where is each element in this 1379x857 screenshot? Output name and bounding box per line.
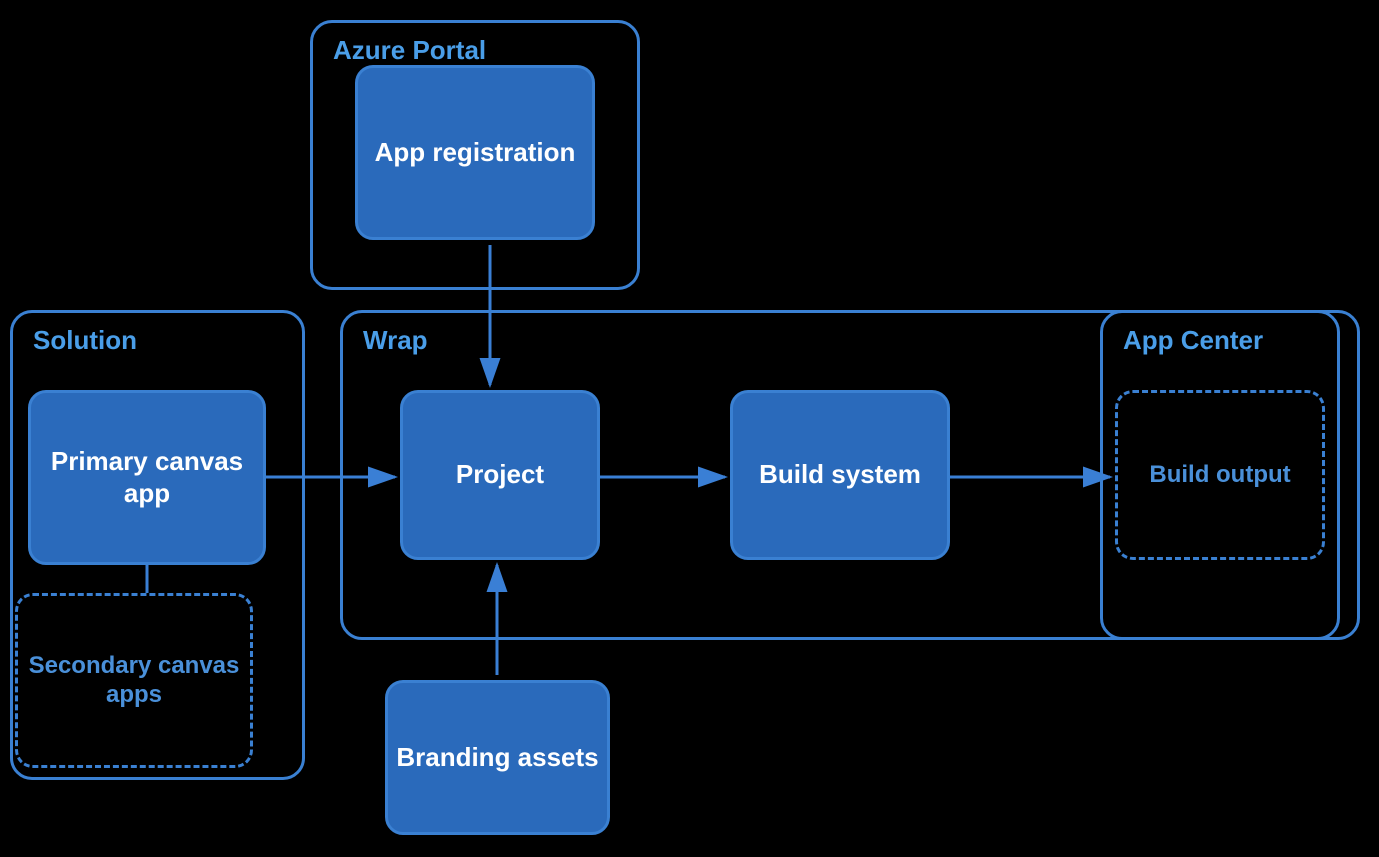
secondary-canvas-apps-box: Secondary canvas apps — [15, 593, 253, 768]
build-output-label: Build output — [1149, 461, 1290, 490]
azure-portal-label: Azure Portal — [333, 35, 486, 66]
secondary-canvas-label: Secondary canvas apps — [18, 652, 250, 710]
project-box: Project — [400, 390, 600, 560]
build-system-box: Build system — [730, 390, 950, 560]
app-registration-box: App registration — [355, 65, 595, 240]
branding-assets-box: Branding assets — [385, 680, 610, 835]
project-label: Project — [456, 459, 544, 490]
solution-label: Solution — [33, 325, 137, 356]
diagram-container: Azure Portal App registration Solution P… — [0, 0, 1379, 857]
build-system-label: Build system — [759, 459, 921, 490]
wrap-label: Wrap — [363, 325, 428, 356]
build-output-box: Build output — [1115, 390, 1325, 560]
branding-assets-label: Branding assets — [396, 742, 598, 773]
app-center-label: App Center — [1123, 325, 1263, 356]
primary-canvas-app-box: Primary canvas app — [28, 390, 266, 565]
primary-canvas-label: Primary canvas app — [31, 446, 263, 508]
app-registration-label: App registration — [375, 137, 576, 168]
